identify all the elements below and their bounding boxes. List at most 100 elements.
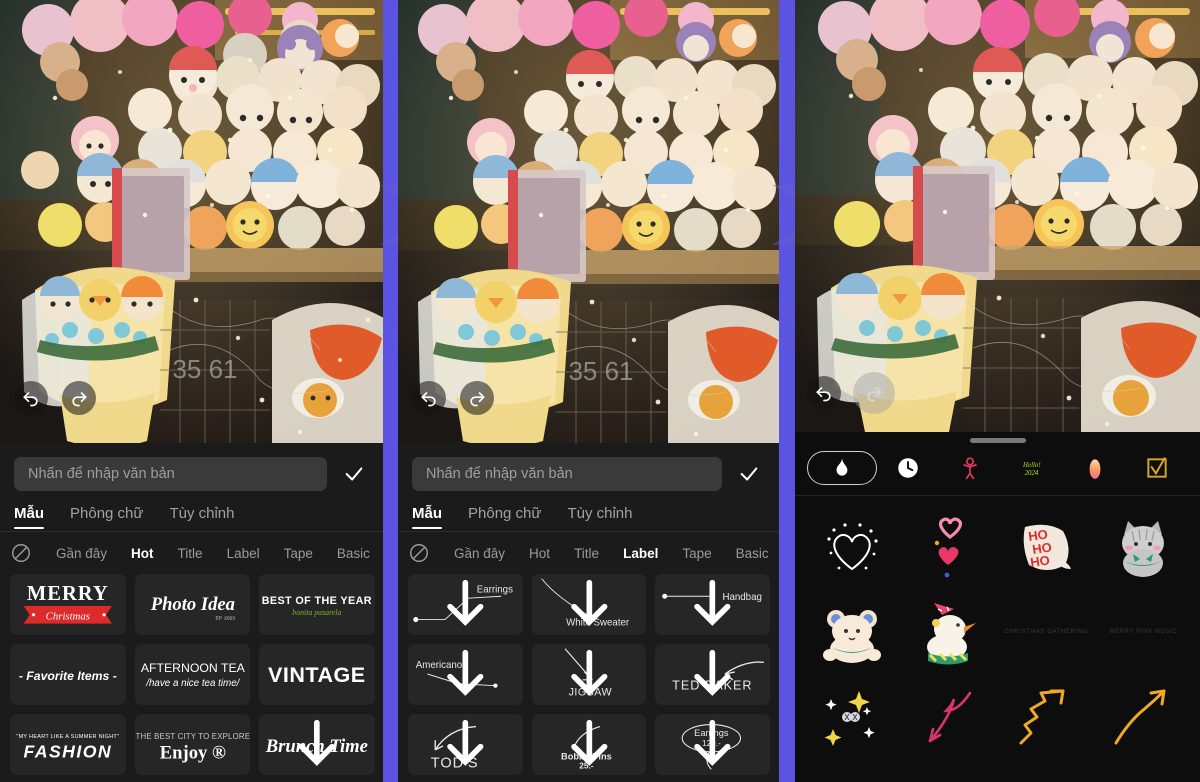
tpl-line2: bonita pasarela <box>293 608 342 617</box>
sticker-tab-candle[interactable] <box>1064 451 1126 485</box>
cat-tape-2[interactable]: Tape <box>670 546 723 561</box>
tpl-line1: VINTAGE <box>268 662 366 687</box>
template-art: MERRY Christmas <box>23 583 112 624</box>
tab-tuychinh-2[interactable]: Tùy chỉnh <box>567 505 632 531</box>
sticker-tab-hot[interactable] <box>807 451 877 485</box>
download-icon[interactable] <box>408 644 523 705</box>
market-photo <box>795 0 1200 432</box>
download-icon[interactable] <box>532 714 647 775</box>
text-input-row-2: Nhấn để nhập văn bản <box>398 443 780 499</box>
template-art: VINTAGE <box>268 662 366 687</box>
redo-button[interactable] <box>62 381 96 415</box>
cat-label-1[interactable]: Label <box>215 546 272 561</box>
sticker-bear-scarf[interactable] <box>803 590 900 674</box>
template-bobby-pins[interactable]: Bobby Pins 25.- <box>531 714 647 775</box>
confirm-button-2[interactable] <box>732 457 766 491</box>
sticker-sparkles[interactable] <box>803 674 900 758</box>
candle-icon <box>1089 459 1101 479</box>
download-icon[interactable] <box>655 574 770 635</box>
sticker-curve-arrow[interactable] <box>1095 674 1192 758</box>
template-favorite-items[interactable]: - Favorite Items - <box>10 644 126 705</box>
category-tabs-1: Gần đây Hot Title Label Tape Basic Decor… <box>0 532 385 572</box>
template-vintage[interactable]: VINTAGE <box>259 644 375 705</box>
text-input-placeholder-2: Nhấn để nhập văn bản <box>426 466 573 482</box>
text-input-2[interactable]: Nhấn để nhập văn bản <box>412 457 722 491</box>
template-earrings-price[interactable]: Earrings 129.- <box>655 714 770 775</box>
confirm-button-1[interactable] <box>337 457 371 491</box>
checkbox-icon <box>1147 457 1167 478</box>
no-template-icon[interactable] <box>10 542 32 564</box>
sticker-pink-hearts[interactable] <box>900 506 997 590</box>
main-tabs-2: Mẫu Phông chữ Tùy chỉnh <box>398 499 780 531</box>
template-brunch-time[interactable]: Brunch Time <box>259 714 375 775</box>
undo-button[interactable] <box>412 381 446 415</box>
sticker-pink-arrow[interactable] <box>900 674 997 758</box>
template-fashion[interactable]: "MY HEART LIKE A SUMMER NIGHT" FASHION <box>10 714 126 775</box>
cat-hot-2[interactable]: Hot <box>517 546 562 561</box>
cat-title-2[interactable]: Title <box>562 546 611 561</box>
template-ted-baker[interactable]: TED BAKER <box>655 644 770 705</box>
market-photo: 35 61 <box>398 0 780 443</box>
cat-hot-1[interactable]: Hot <box>119 546 166 561</box>
cat-ganday-2[interactable]: Gần đây <box>442 546 517 561</box>
tpl-line1: AFTERNOON TEA <box>141 661 246 675</box>
pink-arrow-sticker <box>928 691 972 743</box>
sticker-loading-placeholder-2[interactable]: MERRY PINK MUSIC <box>1095 590 1192 674</box>
template-afternoon-tea[interactable]: AFTERNOON TEA /have a nice tea time/ <box>134 644 251 705</box>
template-photo-idea[interactable]: Photo Idea EP. 2023 <box>134 574 251 635</box>
sticker-grid: HO HO HO CHRISTMAS GATHERING MERRY PINK … <box>795 496 1200 768</box>
cat-basic-1[interactable]: Basic <box>325 546 382 561</box>
cat-basic-2[interactable]: Basic <box>724 546 780 561</box>
template-best-of-the-year[interactable]: BEST OF THE YEAR bonita pasarela <box>259 574 375 635</box>
tab-phongchu-2[interactable]: Phông chữ <box>468 505 541 531</box>
sticker-zigzag-arrow[interactable] <box>998 674 1095 758</box>
template-art: BEST OF THE YEAR bonita pasarela <box>262 595 372 617</box>
photo-canvas-3[interactable] <box>795 0 1200 432</box>
template-jigsaw[interactable]: JIGSAW <box>531 644 647 705</box>
download-icon[interactable] <box>532 644 647 705</box>
download-icon[interactable] <box>408 574 523 635</box>
sticker-tab-christmas[interactable] <box>939 451 1001 485</box>
hohoho-sticker: HO HO HO <box>1023 524 1072 570</box>
undo-button[interactable] <box>807 376 841 410</box>
photo-canvas-1[interactable]: 35 61 <box>0 0 385 443</box>
cat-ganday-1[interactable]: Gần đây <box>44 546 119 561</box>
sticker-category-tabs: Hello! 2024 <box>795 443 1200 495</box>
template-americano[interactable]: Americano <box>408 644 523 705</box>
template-art: "MY HEART LIKE A SUMMER NIGHT" FASHION <box>16 734 119 762</box>
tab-mau-1[interactable]: Mẫu <box>14 505 44 531</box>
template-merry-christmas[interactable]: MERRY Christmas <box>10 574 126 635</box>
cat-label-2[interactable]: Label <box>611 546 670 561</box>
sticker-loading-placeholder-1[interactable]: CHRISTMAS GATHERING <box>998 590 1095 674</box>
photo-canvas-2[interactable]: 35 61 <box>398 0 780 443</box>
sticker-tab-checkbox[interactable] <box>1126 451 1188 485</box>
undo-button[interactable] <box>14 381 48 415</box>
template-white-sweater[interactable]: White Sweater <box>531 574 647 635</box>
sticker-party-duck[interactable] <box>900 590 997 674</box>
template-tods[interactable]: TOD'S <box>408 714 523 775</box>
template-art: AFTERNOON TEA /have a nice tea time/ <box>141 661 246 689</box>
tab-tuychinh-1[interactable]: Tùy chỉnh <box>169 505 234 531</box>
cat-title-1[interactable]: Title <box>166 546 215 561</box>
download-icon[interactable] <box>408 714 523 775</box>
sticker-tab-recent[interactable] <box>877 451 939 485</box>
template-enjoy[interactable]: THE BEST CITY TO EXPLORE Enjoy ® <box>134 714 251 775</box>
no-template-icon[interactable] <box>408 542 430 564</box>
sticker-gray-cat[interactable] <box>1095 506 1192 590</box>
sticker-sparkle-heart[interactable] <box>803 506 900 590</box>
redo-button[interactable] <box>853 372 895 414</box>
cat-tape-1[interactable]: Tape <box>272 546 325 561</box>
download-icon[interactable] <box>655 714 770 775</box>
tab-phongchu-1[interactable]: Phông chữ <box>70 505 143 531</box>
download-icon[interactable] <box>259 714 375 775</box>
tab-mau-2[interactable]: Mẫu <box>412 505 442 531</box>
sticker-tab-hello-2024[interactable]: Hello! 2024 <box>1001 451 1063 485</box>
category-tabs-2: Gần đây Hot Title Label Tape Basic Decor… <box>398 532 780 572</box>
text-input-1[interactable]: Nhấn để nhập văn bản <box>14 457 327 491</box>
sticker-hohoho[interactable]: HO HO HO <box>998 506 1095 590</box>
download-icon[interactable] <box>532 574 647 635</box>
redo-button[interactable] <box>460 381 494 415</box>
template-earrings-line[interactable]: Earrings <box>408 574 523 635</box>
download-icon[interactable] <box>655 644 770 705</box>
template-handbag[interactable]: Handbag <box>655 574 770 635</box>
